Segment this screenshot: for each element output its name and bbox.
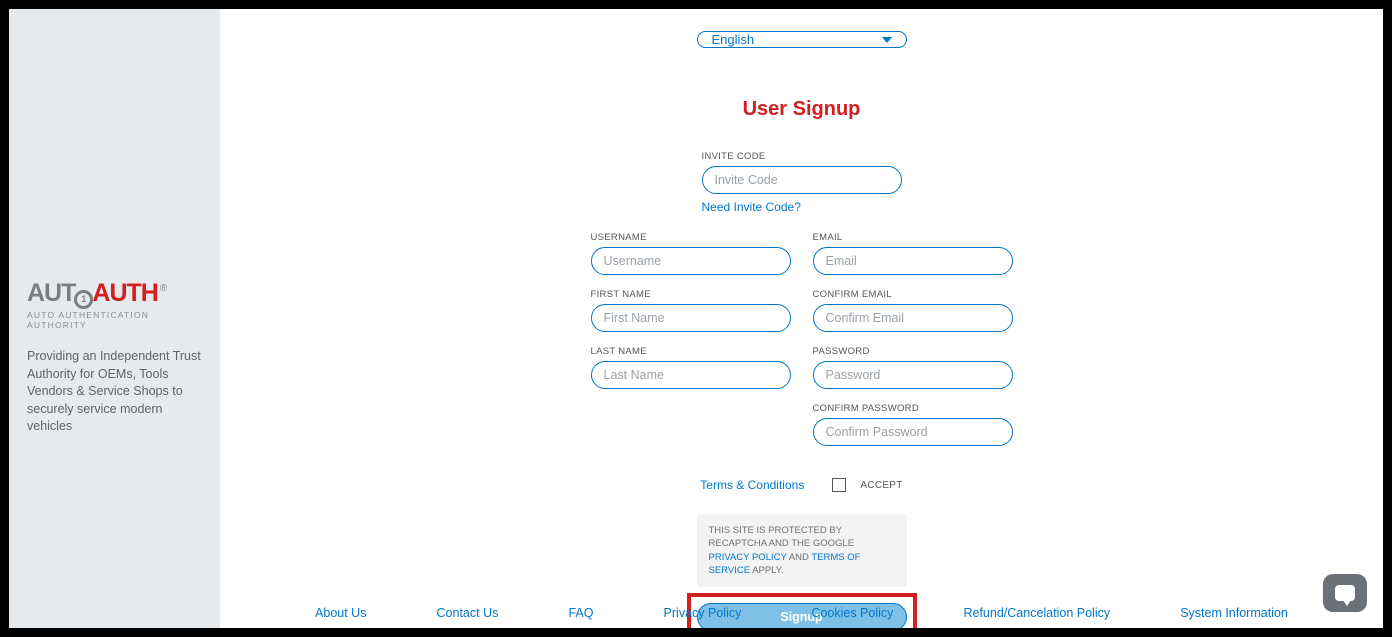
logo-text-auth: AUTH (92, 279, 157, 308)
footer-about[interactable]: About Us (315, 606, 366, 620)
logo-text-auto: AUT (27, 279, 75, 308)
chevron-down-icon (882, 37, 892, 43)
accept-checkbox[interactable] (832, 478, 846, 492)
page-title: User Signup (743, 98, 861, 121)
recaptcha-text: THIS SITE IS PROTECTED BY RECAPTCHA AND … (709, 525, 855, 549)
chat-icon (1335, 585, 1355, 601)
footer-cookies[interactable]: Cookies Policy (811, 606, 893, 620)
need-invite-link[interactable]: Need Invite Code? (702, 200, 801, 214)
password-label: PASSWORD (813, 346, 1013, 357)
footer-contact[interactable]: Contact Us (437, 606, 499, 620)
confirm-password-label: CONFIRM PASSWORD (813, 403, 1013, 414)
main-content: English User Signup INVITE CODE Need Inv… (220, 9, 1383, 628)
first-name-input[interactable] (591, 304, 791, 332)
terms-link[interactable]: Terms & Conditions (700, 478, 804, 492)
recaptcha-privacy-link[interactable]: PRIVACY POLICY (709, 552, 787, 563)
recaptcha-text-mid: AND (789, 552, 812, 563)
confirm-password-input[interactable] (813, 418, 1013, 446)
recaptcha-text-post: APPLY. (752, 565, 783, 576)
language-selected: English (712, 32, 755, 47)
footer-refund[interactable]: Refund/Cancelation Policy (963, 606, 1110, 620)
logo-subtitle: AUTO AUTHENTICATION AUTHORITY (27, 310, 202, 330)
chat-button[interactable] (1323, 574, 1367, 612)
app-window: AUT 1 AUTH ® AUTO AUTHENTICATION AUTHORI… (9, 9, 1383, 628)
last-name-input[interactable] (591, 361, 791, 389)
tagline: Providing an Independent Trust Authority… (27, 348, 202, 436)
last-name-label: LAST NAME (591, 346, 791, 357)
email-input[interactable] (813, 247, 1013, 275)
password-input[interactable] (813, 361, 1013, 389)
footer-privacy[interactable]: Privacy Policy (664, 606, 742, 620)
sidebar: AUT 1 AUTH ® AUTO AUTHENTICATION AUTHORI… (9, 9, 220, 628)
invite-code-label: INVITE CODE (702, 151, 902, 162)
footer: About Us Contact Us FAQ Privacy Policy C… (220, 606, 1383, 620)
footer-faq[interactable]: FAQ (568, 606, 593, 620)
footer-sysinfo[interactable]: System Information (1180, 606, 1288, 620)
recaptcha-notice: THIS SITE IS PROTECTED BY RECAPTCHA AND … (697, 514, 907, 587)
first-name-label: FIRST NAME (591, 289, 791, 300)
accept-label: ACCEPT (860, 480, 902, 491)
invite-code-input[interactable] (702, 166, 902, 194)
registered-icon: ® (160, 283, 167, 294)
logo: AUT 1 AUTH ® AUTO AUTHENTICATION AUTHORI… (27, 279, 202, 330)
username-label: USERNAME (591, 232, 791, 243)
language-select[interactable]: English (697, 31, 907, 48)
email-label: EMAIL (813, 232, 1013, 243)
username-input[interactable] (591, 247, 791, 275)
confirm-email-label: CONFIRM EMAIL (813, 289, 1013, 300)
logo-o-icon: 1 (74, 290, 93, 309)
confirm-email-input[interactable] (813, 304, 1013, 332)
